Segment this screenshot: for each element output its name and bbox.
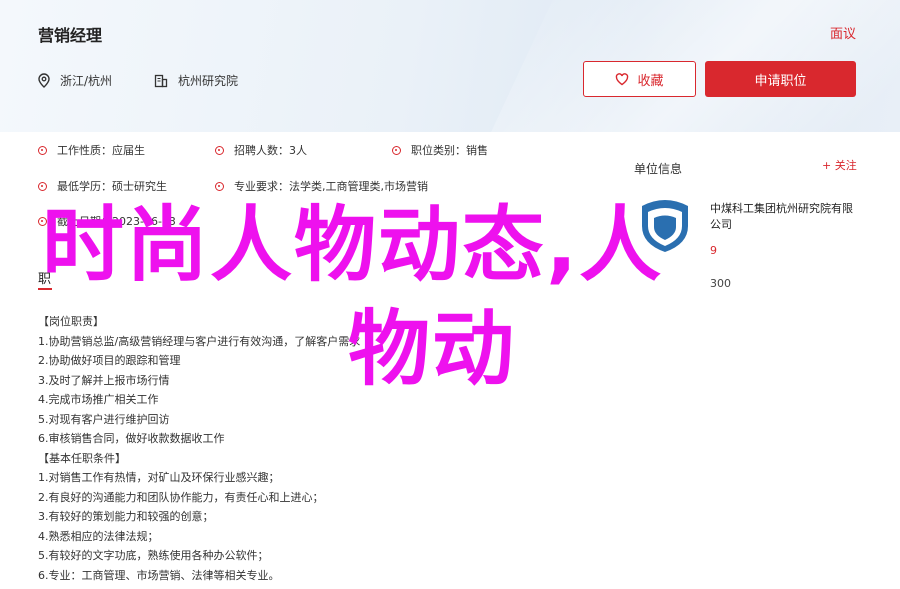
info-headcount: 招聘人数：3人 bbox=[215, 142, 307, 158]
bullet-icon bbox=[392, 145, 401, 155]
favorite-label: 收藏 bbox=[637, 73, 664, 89]
info-category: 职位类别：销售 bbox=[392, 142, 488, 158]
job-header: 营销经理 面议 浙江/杭州 杭州研究院 收藏 申请职位 bbox=[0, 0, 900, 132]
building-icon bbox=[154, 74, 168, 88]
description-line: 4.完成市场推广相关工作 bbox=[38, 393, 159, 406]
overlay-text-line1: 时尚人物动态,人 bbox=[42, 198, 664, 293]
bullet-icon bbox=[38, 181, 47, 191]
info-education: 最低学历：硕士研究生 bbox=[38, 178, 167, 194]
description-line: 5.对现有客户进行维护回访 bbox=[38, 412, 170, 426]
job-description: 【岗位职责】 1.协助营销总监/高级营销经理与客户进行有效沟通，了解客户需求 2… bbox=[38, 312, 360, 585]
description-line: 6.专业：工商管理、市场营销、法律等相关专业。 bbox=[38, 568, 280, 582]
location-pin-icon bbox=[38, 73, 50, 88]
job-meta-row: 浙江/杭州 杭州研究院 bbox=[38, 72, 238, 89]
description-line: 1.对销售工作有热情，对矿山及环保行业感兴趣； bbox=[38, 471, 280, 484]
heart-icon bbox=[615, 72, 629, 86]
apply-button[interactable]: 申请职位 bbox=[705, 61, 856, 97]
salary-label: 面议 bbox=[829, 27, 856, 42]
job-title: 营销经理 bbox=[38, 26, 103, 45]
unit-info-title: 单位信息 bbox=[634, 162, 683, 176]
bullet-icon bbox=[215, 181, 224, 191]
description-line: 2.协助做好项目的跟踪和管理 bbox=[38, 354, 181, 367]
description-line: 6.审核销售合同，做好收款数据收工作 bbox=[38, 432, 225, 445]
company-meta: 300 bbox=[710, 277, 731, 290]
description-line: 2.有良好的沟通能力和团队协作能力，有责任心和上进心； bbox=[38, 490, 324, 504]
company-name[interactable]: 中煤科工集团杭州研究院有限公司 bbox=[710, 201, 860, 233]
description-line: 3.及时了解并上报市场行情 bbox=[38, 373, 170, 387]
description-line: 4.熟悉相应的法律法规； bbox=[38, 529, 159, 543]
job-location: 浙江/杭州 bbox=[60, 74, 113, 88]
job-company: 杭州研究院 bbox=[178, 74, 239, 88]
description-line: 【基本任职条件】 bbox=[38, 451, 126, 465]
overlay-text-line2: 物动 bbox=[348, 302, 517, 397]
follow-button[interactable]: + 关注 bbox=[822, 157, 857, 173]
bullet-icon bbox=[215, 145, 224, 155]
description-line: 1.协助营销总监/高级营销经理与客户进行有效沟通，了解客户需求 bbox=[38, 334, 361, 348]
company-score: 9 bbox=[710, 244, 717, 257]
description-line: 5.有较好的文字功底，熟练使用各种办公软件； bbox=[38, 549, 269, 562]
info-job-type: 工作性质：应届生 bbox=[38, 142, 145, 158]
description-line: 3.有较好的策划能力和较强的创意； bbox=[38, 510, 214, 523]
info-major: 专业要求：法学类,工商管理类,市场营销 bbox=[215, 178, 428, 194]
bullet-icon bbox=[38, 145, 47, 155]
favorite-button[interactable]: 收藏 bbox=[583, 61, 696, 97]
description-line: 【岗位职责】 bbox=[38, 315, 104, 328]
